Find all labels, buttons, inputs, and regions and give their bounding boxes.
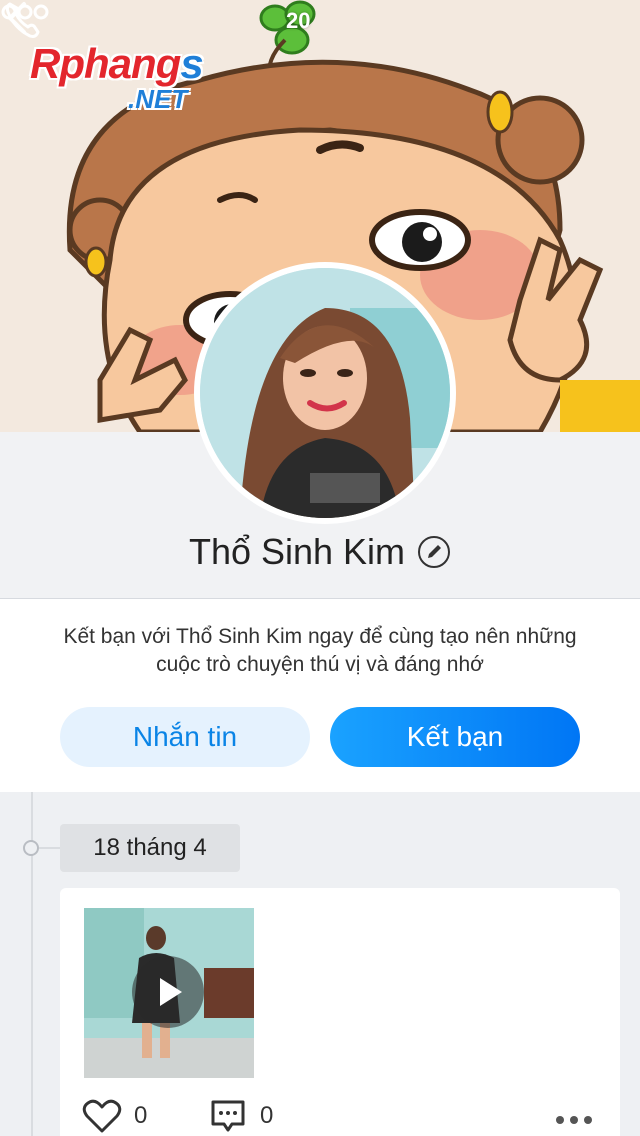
more-button[interactable] — [0, 0, 50, 24]
post-more-button[interactable] — [554, 1114, 594, 1126]
watermark-line1: Rphangs — [30, 40, 204, 88]
timeline-dot — [23, 840, 39, 856]
comment-count: 0 — [260, 1102, 274, 1129]
pencil-icon — [418, 536, 451, 568]
play-button[interactable] — [132, 956, 204, 1028]
friend-prompt-text: Kết bạn với Thổ Sinh Kim ngay để cùng tạ… — [63, 625, 577, 676]
video-thumbnail[interactable] — [84, 908, 254, 1078]
post-card: 0 0 — [60, 888, 620, 1136]
comment-button[interactable] — [210, 1098, 246, 1134]
edit-name-button[interactable] — [417, 535, 451, 569]
like-button[interactable] — [82, 1098, 122, 1134]
message-button[interactable]: Nhắn tin — [60, 707, 310, 767]
profile-name-row: Thổ Sinh Kim — [0, 528, 640, 576]
status-time: 20 — [286, 8, 311, 33]
watermark-tail-text: s — [180, 40, 203, 87]
timeline-connector — [39, 847, 61, 849]
comment-icon — [211, 1100, 245, 1132]
heart-icon — [82, 1099, 122, 1133]
more-dots-icon — [556, 1116, 592, 1124]
play-icon — [160, 978, 182, 1006]
avatar-photo — [200, 268, 450, 518]
watermark-main-text: Rphang — [30, 40, 181, 87]
add-friend-button[interactable]: Kết bạn — [330, 707, 580, 767]
watermark-logo: Rphangs .NET — [30, 40, 230, 120]
watermark-line2: .NET — [128, 84, 188, 114]
avatar[interactable] — [194, 262, 456, 524]
more-dots-icon — [1, 4, 49, 20]
profile-name: Thổ Sinh Kim — [188, 531, 406, 572]
friend-prompt-card: Kết bạn với Thổ Sinh Kim ngay để cùng tạ… — [0, 599, 640, 792]
timeline-date: 18 tháng 4 — [60, 824, 240, 872]
like-count: 0 — [134, 1102, 148, 1129]
